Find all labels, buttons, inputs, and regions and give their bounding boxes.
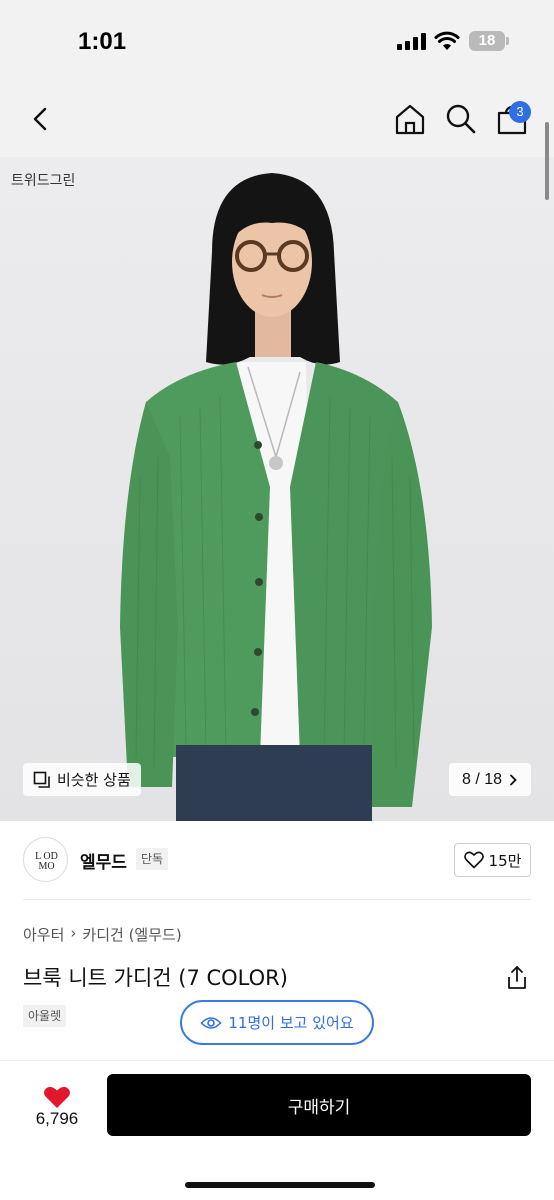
- breadcrumb-item-outer[interactable]: 아우터: [23, 924, 64, 945]
- heart-outline-icon: [463, 851, 484, 869]
- wifi-icon: [434, 31, 460, 50]
- brand-row: L OD MO 엘무드 단독 15만: [0, 821, 554, 899]
- image-page-indicator[interactable]: 8 / 18: [449, 763, 531, 796]
- buy-button[interactable]: 구매하기: [107, 1074, 531, 1136]
- battery-icon: 18: [469, 31, 505, 51]
- wishlist-count: 6,796: [35, 1109, 79, 1128]
- page-indicator-text: 8 / 18: [461, 770, 503, 788]
- chevron-right-icon: [510, 774, 517, 785]
- bottom-action-bar: 6,796 구매하기: [0, 1060, 554, 1200]
- scrollbar[interactable]: [545, 122, 549, 200]
- cart-count-badge: 3: [509, 101, 531, 123]
- brand-logo-mark: L OD MO: [35, 851, 58, 872]
- back-icon[interactable]: [24, 102, 58, 136]
- brand-like-button[interactable]: 15만: [454, 843, 531, 877]
- search-icon[interactable]: [444, 102, 478, 136]
- share-icon[interactable]: [505, 965, 529, 991]
- outlet-badge: 아울렛: [23, 1005, 67, 1027]
- viewers-text: 11명이 보고 있어요: [228, 1014, 354, 1032]
- similar-products-label: 비슷한 상품: [57, 771, 131, 789]
- breadcrumb-item-cardigan[interactable]: 카디건 (엘무드): [82, 924, 181, 945]
- svg-text:MO: MO: [38, 861, 54, 872]
- home-icon[interactable]: [393, 102, 427, 136]
- exclusive-badge: 단독: [136, 848, 169, 870]
- divider: [23, 899, 531, 900]
- viewers-count-pill: 11명이 보고 있어요: [180, 1000, 374, 1045]
- brand-logo[interactable]: L OD MO: [23, 837, 68, 882]
- product-title: 브룩 니트 가디건 (7 COLOR): [23, 966, 288, 990]
- battery-nub: [506, 37, 509, 45]
- status-time: 1:01: [78, 28, 127, 55]
- product-image[interactable]: 트위드그린 비슷한 상품 8 / 18: [0, 157, 554, 821]
- color-label: 트위드그린: [11, 173, 76, 189]
- copy-icon: [33, 771, 50, 788]
- home-indicator: [185, 1182, 375, 1188]
- breadcrumb-separator: ›: [70, 924, 77, 942]
- eye-icon: [200, 1016, 222, 1029]
- signal-icon: [397, 33, 427, 50]
- breadcrumb: 아우터 › 카디건 (엘무드): [23, 924, 182, 945]
- brand-like-count: 15만: [488, 851, 522, 870]
- top-nav-bar: [0, 84, 554, 157]
- status-bar: 1:01 18: [0, 0, 554, 84]
- product-photo: [0, 157, 554, 821]
- similar-products-button[interactable]: 비슷한 상품: [23, 763, 141, 796]
- brand-name[interactable]: 엘무드: [80, 848, 127, 873]
